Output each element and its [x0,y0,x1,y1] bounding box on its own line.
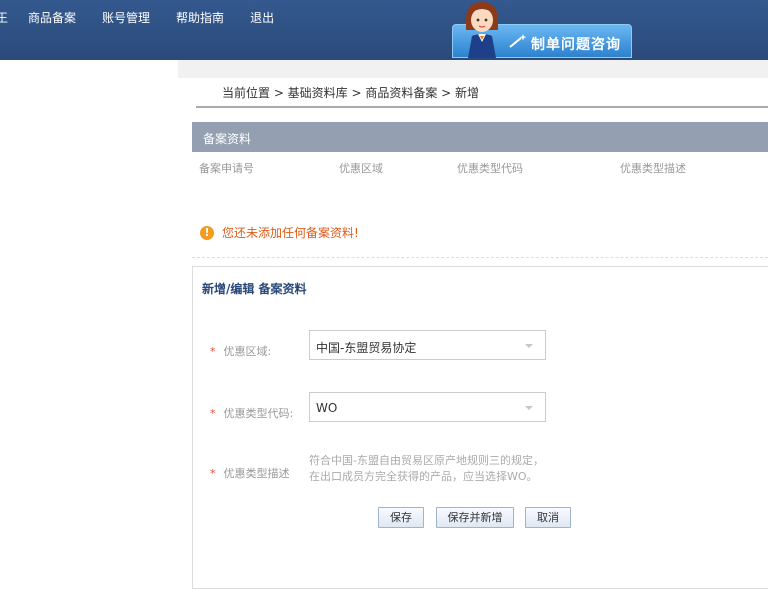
chevron-down-icon [525,406,533,410]
record-section-header: 备案资料 [192,122,768,152]
help-consult-label: 制单问题咨询 [531,37,621,53]
save-button[interactable]: 保存 [378,507,424,528]
warning-circle-icon: ! [200,225,214,240]
top-bar: 王 商品备案 账号管理 帮助指南 退出 制单问题咨询 [0,0,768,60]
zone-select-value: 中国-东盟贸易协定 [316,341,417,355]
type-desc-label: * 优惠类型描述 [210,467,290,480]
required-mark: * [210,407,216,420]
type-desc-text: 符合中国-东盟自由贸易区原产地规则三的规定，在出口成员方完全获得的产品，应当选择… [309,454,544,483]
required-mark: * [210,467,216,480]
left-panel [0,60,178,589]
section-divider [192,257,768,258]
column-header-zone: 优惠区域 [339,162,383,175]
type-code-select[interactable]: WO [309,392,546,422]
cancel-button[interactable]: 取消 [525,507,571,528]
type-code-select-value: WO [316,401,338,415]
column-header-type-desc: 优惠类型描述 [620,162,686,175]
chevron-down-icon [525,344,533,348]
zone-select[interactable]: 中国-东盟贸易协定 [309,330,546,360]
nav-item-product-record[interactable]: 商品备案 [28,9,76,26]
zone-label: * 优惠区域: [210,345,272,358]
edit-form-title: 新增/编辑 备案资料 [202,282,307,296]
save-and-new-button[interactable]: 保存并新增 [436,507,514,528]
nav-item-logout[interactable]: 退出 [250,9,274,26]
required-mark: * [210,345,216,358]
nav-item-help[interactable]: 帮助指南 [176,9,224,26]
column-header-apply-no: 备案申请号 [199,162,254,175]
breadcrumb-divider [196,106,768,108]
empty-warning: ! 您还未添加任何备案资料! [200,224,359,241]
record-section-title: 备案资料 [203,132,252,146]
nav-item-home[interactable]: 王 [0,9,8,26]
top-nav: 王 商品备案 账号管理 帮助指南 退出 [0,9,300,26]
wand-icon [509,34,527,48]
breadcrumb: 当前位置 > 基础资料库 > 商品资料备案 > 新增 [222,86,480,100]
nav-item-account[interactable]: 账号管理 [102,9,150,26]
customer-service-agent-icon [466,2,498,58]
column-header-type-code: 优惠类型代码 [457,162,523,175]
edit-form-panel [192,266,768,589]
empty-warning-text: 您还未添加任何备案资料! [222,226,359,240]
type-code-label: * 优惠类型代码: [210,407,294,420]
